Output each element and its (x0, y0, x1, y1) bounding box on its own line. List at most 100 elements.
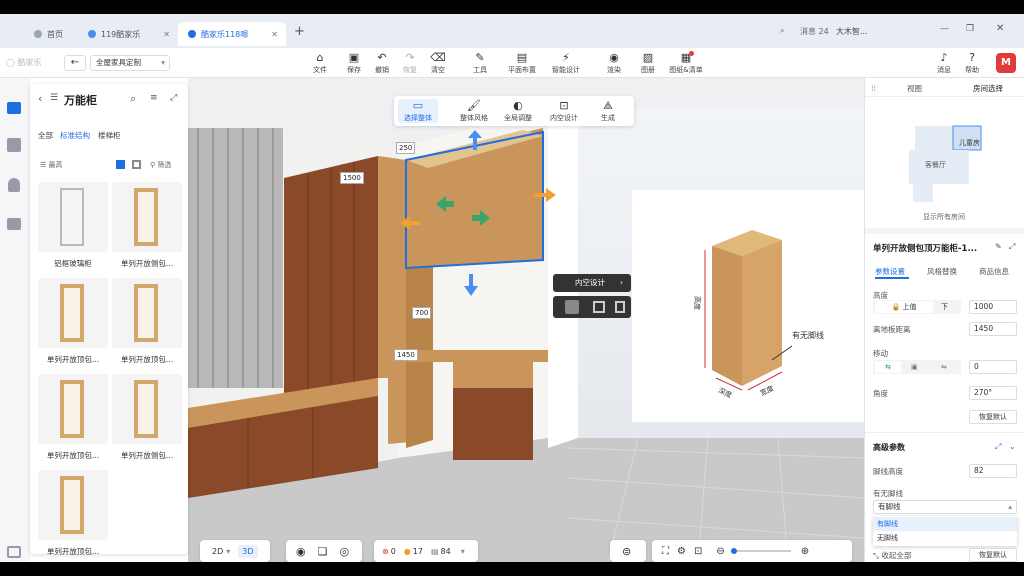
search-icon[interactable]: ⌕ (130, 92, 136, 106)
compass-icon[interactable]: ◎ (339, 545, 349, 558)
message-count[interactable]: 消息 24 (800, 26, 829, 37)
split-icon[interactable] (615, 301, 625, 313)
edit-icon[interactable]: ✎ (995, 242, 1002, 251)
new-tab-button[interactable]: + (294, 24, 305, 39)
layers-icon[interactable]: ❏ (318, 545, 328, 558)
select-whole-button[interactable]: ▭ 选择整体 (398, 99, 438, 123)
grid-view-icon[interactable] (116, 160, 125, 169)
mode-3d-button[interactable]: 3D (238, 544, 258, 558)
zoom-in-icon[interactable]: ⊕ (801, 546, 809, 557)
product-card[interactable]: 单列开放顶包... (38, 374, 108, 464)
collapse-all-button[interactable]: ⤡ 收起全部 (873, 550, 911, 561)
expand-icon[interactable]: ⤢ (170, 93, 177, 103)
kick-height-input[interactable]: 82 (969, 464, 1017, 478)
move-free-icon[interactable]: ⇆ (875, 361, 901, 373)
tab-all[interactable]: 全部 (38, 130, 53, 141)
show-all-rooms[interactable]: 显示所有房间 (923, 212, 965, 222)
3d-viewport[interactable]: 250 1500 700 1450 ▭ 选择整体 🖌 整体风格 ◐ 全局调整 ⊡ 内空设… (188, 78, 864, 562)
rotate-handle[interactable] (436, 196, 490, 226)
move-input[interactable]: 0 (969, 360, 1017, 374)
kick-select[interactable]: 有脚线 ▴ (873, 500, 1017, 514)
whole-style-button[interactable]: 🖌 整体风格 (454, 99, 494, 123)
toolbar-help[interactable]: ? 帮助 (956, 51, 988, 75)
toolbar-clear[interactable]: ⌫ 清空 (422, 51, 454, 75)
move-snap-icon[interactable]: ⇋ (941, 361, 947, 373)
arrow-up-handle[interactable] (468, 130, 482, 150)
height-input[interactable]: 1000 (969, 300, 1017, 314)
toolbar-file[interactable]: ⌂ 文件 (304, 51, 336, 75)
product-card[interactable]: 单列开放顶包... (38, 278, 108, 368)
scale-icon[interactable] (565, 300, 579, 314)
mode-2d-button[interactable]: 2D (212, 547, 223, 556)
focus-icon[interactable]: ⊡ (694, 546, 702, 557)
product-card[interactable]: 单列开放顶包... (38, 470, 108, 560)
storage-icon[interactable] (7, 218, 21, 230)
product-card[interactable]: 单列开放顶包... (112, 278, 182, 368)
zoom-out-icon[interactable]: ⊖ (716, 546, 724, 557)
settings-icon[interactable] (7, 546, 21, 558)
product-card[interactable]: 铝框玻璃柜 (38, 182, 108, 272)
close-icon[interactable]: ✕ (163, 30, 170, 39)
product-card[interactable]: 单列开放侧包... (112, 182, 182, 272)
issue-counter[interactable]: ⊗ 0 ● 17 ▤ 84 ▾ (374, 540, 478, 562)
generate-button[interactable]: ⟁ 生成 (590, 99, 626, 123)
user-icon[interactable] (8, 178, 20, 192)
inner-design-button[interactable]: ⊡ 内空设计 (544, 99, 584, 123)
back-button[interactable]: ← (64, 55, 86, 71)
filter-button[interactable]: ⚲ 筛选 (150, 160, 171, 170)
back-icon[interactable]: ‹ (38, 92, 42, 105)
copy-icon[interactable] (593, 301, 605, 313)
advanced-params-header[interactable]: 高级参数 (873, 442, 905, 453)
sort-button[interactable]: ☰ 最高 (40, 160, 63, 170)
toolbar-album[interactable]: ▨ 图册 (632, 51, 664, 75)
tab-params[interactable]: 参数设置 (875, 266, 905, 277)
close-window-icon[interactable]: ✕ (996, 23, 1004, 34)
tab-home[interactable]: 首页 (24, 22, 84, 46)
toolbar-tools[interactable]: ✎ 工具 (464, 51, 496, 75)
camera-settings-icon[interactable]: ⚙ (677, 546, 686, 557)
tab-standard[interactable]: 标准结构 (60, 130, 90, 141)
restore-default-button[interactable]: 恢复默认 (969, 410, 1017, 424)
global-adjust-button[interactable]: ◐ 全局调整 (498, 99, 538, 123)
restore-icon[interactable]: ❐ (966, 24, 974, 34)
eye-icon[interactable]: ◉ (296, 545, 306, 558)
close-icon[interactable]: ✕ (271, 30, 278, 39)
kick-option-yes[interactable]: 有脚线 (873, 517, 1017, 531)
toolbar-drawings[interactable]: ▦ 图纸&清单 (666, 51, 706, 75)
toolbar-smart-design[interactable]: ⚡ 智能设计 (546, 51, 586, 75)
minimize-icon[interactable]: — (940, 24, 949, 34)
avatar[interactable]: M (996, 53, 1016, 73)
arrow-right-handle[interactable] (534, 188, 556, 202)
kick-option-no[interactable]: 无脚线 (873, 531, 1017, 545)
list-view-icon[interactable] (132, 160, 141, 169)
project-selector[interactable]: 全屋家具定制 ▾ (90, 55, 170, 71)
toggle-panel-button[interactable]: ⊜ (610, 540, 646, 562)
expand-icon[interactable]: ⤢ (995, 442, 1001, 452)
catalog-icon[interactable] (7, 102, 21, 114)
move-align-icon[interactable]: ▣ (911, 361, 918, 373)
tab-stair[interactable]: 楼梯柜 (98, 130, 121, 141)
search-icon[interactable]: ⌕ (780, 26, 784, 36)
toolbar-layout[interactable]: ▤ 平面布置 (502, 51, 542, 75)
tab-view[interactable]: 视图 (907, 83, 922, 94)
zoom-slider-thumb[interactable] (730, 548, 737, 554)
arrow-down-handle[interactable] (464, 274, 478, 296)
toolbar-render[interactable]: ◉ 渲染 (598, 51, 630, 75)
expand-icon[interactable]: ⤢ (1009, 242, 1015, 252)
chevron-down-icon[interactable]: ⌄ (1009, 442, 1016, 451)
model-icon[interactable] (7, 138, 21, 152)
tab-room-select[interactable]: 房间选择 (973, 83, 1003, 94)
zoom-slider[interactable] (730, 548, 791, 554)
angle-input[interactable]: 270° (969, 386, 1017, 400)
tab-style[interactable]: 风格替换 (927, 266, 957, 277)
tab-kujiale-118[interactable]: 酷家乐118嗯 ✕ (178, 22, 286, 46)
floor-distance-input[interactable]: 1450 (969, 322, 1017, 336)
inner-design-popup[interactable]: 内空设计 › (553, 274, 631, 292)
tab-kujiale-119[interactable]: 119酷家乐 ✕ (78, 22, 178, 46)
tab-product-info[interactable]: 商品信息 (979, 266, 1009, 277)
fit-icon[interactable]: ⛶ (662, 546, 669, 557)
profile-name[interactable]: 大木智... (836, 26, 868, 37)
restore-default-button-2[interactable]: 恢复默认 (969, 548, 1017, 562)
product-card[interactable]: 单列开放侧包... (112, 374, 182, 464)
pos-bottom-button[interactable]: 下 (941, 301, 948, 313)
